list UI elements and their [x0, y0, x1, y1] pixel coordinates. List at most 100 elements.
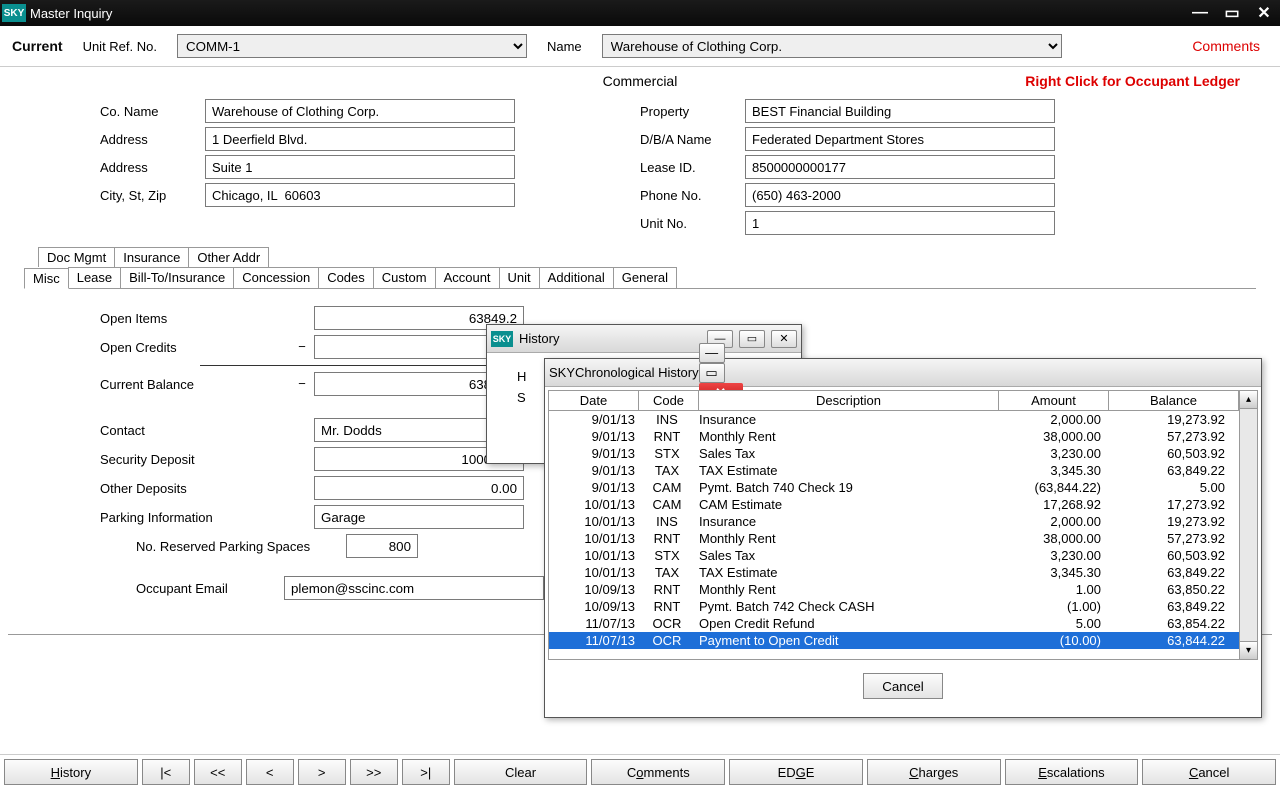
nav-prev-button[interactable]: <	[246, 759, 294, 785]
tab-lease[interactable]: Lease	[68, 267, 121, 288]
table-row[interactable]: 10/01/13INSInsurance2,000.0019,273.92	[549, 513, 1239, 530]
col-amount[interactable]: Amount	[999, 391, 1109, 410]
equals-operator: −	[290, 377, 314, 392]
other-dep-label: Other Deposits	[100, 481, 290, 496]
grid-scrollbar[interactable]: ▴ ▾	[1240, 390, 1258, 660]
table-row[interactable]: 11/07/13OCRPayment to Open Credit(10.00)…	[549, 632, 1239, 649]
col-date[interactable]: Date	[549, 391, 639, 410]
category-row: Commercial Right Click for Occupant Ledg…	[0, 67, 1280, 91]
table-row[interactable]: 10/01/13TAXTAX Estimate3,345.3063,849.22	[549, 564, 1239, 581]
history-title-bar[interactable]: SKY History — ▭ ✕	[487, 325, 801, 353]
history-button[interactable]: History	[4, 759, 138, 785]
col-description[interactable]: Description	[699, 391, 999, 410]
property-label: Property	[640, 104, 745, 119]
comments-button[interactable]: Comments	[591, 759, 725, 785]
col-balance[interactable]: Balance	[1109, 391, 1239, 410]
address1-label: Address	[100, 132, 205, 147]
table-row[interactable]: 9/01/13INSInsurance2,000.0019,273.92	[549, 411, 1239, 428]
tab-concession[interactable]: Concession	[233, 267, 319, 288]
tab-insurance[interactable]: Insurance	[114, 247, 189, 267]
tab-container: Doc Mgmt Insurance Other Addr Misc Lease…	[0, 247, 1280, 289]
security-label: Security Deposit	[100, 452, 290, 467]
tab-unit[interactable]: Unit	[499, 267, 540, 288]
tabs-row2: Misc Lease Bill-To/Insurance Concession …	[24, 267, 1256, 288]
chron-cancel-button[interactable]: Cancel	[863, 673, 943, 699]
minimize-button[interactable]: —	[1184, 0, 1216, 26]
scroll-down-icon[interactable]: ▾	[1240, 641, 1257, 659]
table-row[interactable]: 9/01/13STXSales Tax3,230.0060,503.92	[549, 445, 1239, 462]
co-name-field[interactable]	[205, 99, 515, 123]
history-title: History	[519, 331, 707, 346]
chron-grid[interactable]: Date Code Description Amount Balance 9/0…	[548, 390, 1240, 660]
lease-field[interactable]	[745, 155, 1055, 179]
table-row[interactable]: 10/09/13RNTMonthly Rent1.0063,850.22	[549, 581, 1239, 598]
address1-field[interactable]	[205, 127, 515, 151]
nav-first-button[interactable]: |<	[142, 759, 190, 785]
scroll-up-icon[interactable]: ▴	[1240, 391, 1257, 409]
escalations-button[interactable]: Escalations	[1005, 759, 1139, 785]
address2-label: Address	[100, 160, 205, 175]
nav-next-button[interactable]: >	[298, 759, 346, 785]
table-row[interactable]: 10/01/13CAMCAM Estimate17,268.9217,273.9…	[549, 496, 1239, 513]
open-items-label: Open Items	[100, 311, 290, 326]
tab-misc[interactable]: Misc	[24, 268, 69, 289]
history-icon: SKY	[491, 331, 513, 347]
table-row[interactable]: 10/01/13STXSales Tax3,230.0060,503.92	[549, 547, 1239, 564]
chron-title: Chronological History	[575, 365, 699, 380]
charges-button[interactable]: Charges	[867, 759, 1001, 785]
current-label: Current	[12, 38, 63, 54]
tab-doc-mgmt[interactable]: Doc Mgmt	[38, 247, 115, 267]
open-credits-label: Open Credits	[100, 340, 290, 355]
city-field[interactable]	[205, 183, 515, 207]
history-close-button[interactable]: ✕	[771, 330, 797, 348]
tab-codes[interactable]: Codes	[318, 267, 374, 288]
tab-account[interactable]: Account	[435, 267, 500, 288]
chron-maximize-button[interactable]: ▭	[699, 363, 725, 383]
edge-button[interactable]: EDGE	[729, 759, 863, 785]
reserved-field[interactable]	[346, 534, 418, 558]
maximize-button[interactable]: ▭	[1216, 0, 1248, 26]
cancel-button[interactable]: Cancel	[1142, 759, 1276, 785]
col-code[interactable]: Code	[639, 391, 699, 410]
unit-field[interactable]	[745, 211, 1055, 235]
tab-additional[interactable]: Additional	[539, 267, 614, 288]
email-field[interactable]	[284, 576, 544, 600]
table-row[interactable]: 9/01/13CAMPymt. Batch 740 Check 19(63,84…	[549, 479, 1239, 496]
phone-label: Phone No.	[640, 188, 745, 203]
table-row[interactable]: 10/09/13RNTPymt. Batch 742 Check CASH(1.…	[549, 598, 1239, 615]
chron-minimize-button[interactable]: —	[699, 343, 725, 363]
tab-billto[interactable]: Bill-To/Insurance	[120, 267, 234, 288]
tab-general[interactable]: General	[613, 267, 677, 288]
table-row[interactable]: 9/01/13RNTMonthly Rent38,000.0057,273.92	[549, 428, 1239, 445]
property-field[interactable]	[745, 99, 1055, 123]
history-maximize-button[interactable]: ▭	[739, 330, 765, 348]
name-select[interactable]: Warehouse of Clothing Corp.	[602, 34, 1062, 58]
tab-other-addr[interactable]: Other Addr	[188, 247, 269, 267]
table-row[interactable]: 9/01/13TAXTAX Estimate3,345.3063,849.22	[549, 462, 1239, 479]
city-label: City, St, Zip	[100, 188, 205, 203]
table-row[interactable]: 11/07/13OCROpen Credit Refund5.0063,854.…	[549, 615, 1239, 632]
unit-ref-select[interactable]: COMM-1	[177, 34, 527, 58]
nav-last-button[interactable]: >|	[402, 759, 450, 785]
nav-prev2-button[interactable]: <<	[194, 759, 242, 785]
chron-title-bar[interactable]: SKY Chronological History — ▭ ✕	[545, 359, 1261, 387]
close-button[interactable]: ✕	[1248, 0, 1280, 26]
email-label: Occupant Email	[136, 581, 284, 596]
table-row[interactable]: 10/01/13RNTMonthly Rent38,000.0057,273.9…	[549, 530, 1239, 547]
app-icon: SKY	[2, 4, 26, 22]
tabs-row1: Doc Mgmt Insurance Other Addr	[38, 247, 1256, 267]
comments-link[interactable]: Comments	[1192, 38, 1260, 54]
clear-button[interactable]: Clear	[454, 759, 588, 785]
address2-field[interactable]	[205, 155, 515, 179]
parking-field[interactable]	[314, 505, 524, 529]
contact-label: Contact	[100, 423, 290, 438]
phone-field[interactable]	[745, 183, 1055, 207]
window-title-bar: SKY Master Inquiry — ▭ ✕	[0, 0, 1280, 26]
nav-next2-button[interactable]: >>	[350, 759, 398, 785]
dba-label: D/B/A Name	[640, 132, 745, 147]
right-column: Property D/B/A Name Lease ID. Phone No. …	[640, 95, 1180, 239]
other-dep-field[interactable]	[314, 476, 524, 500]
dba-field[interactable]	[745, 127, 1055, 151]
tab-custom[interactable]: Custom	[373, 267, 436, 288]
category-label: Commercial	[603, 73, 678, 89]
